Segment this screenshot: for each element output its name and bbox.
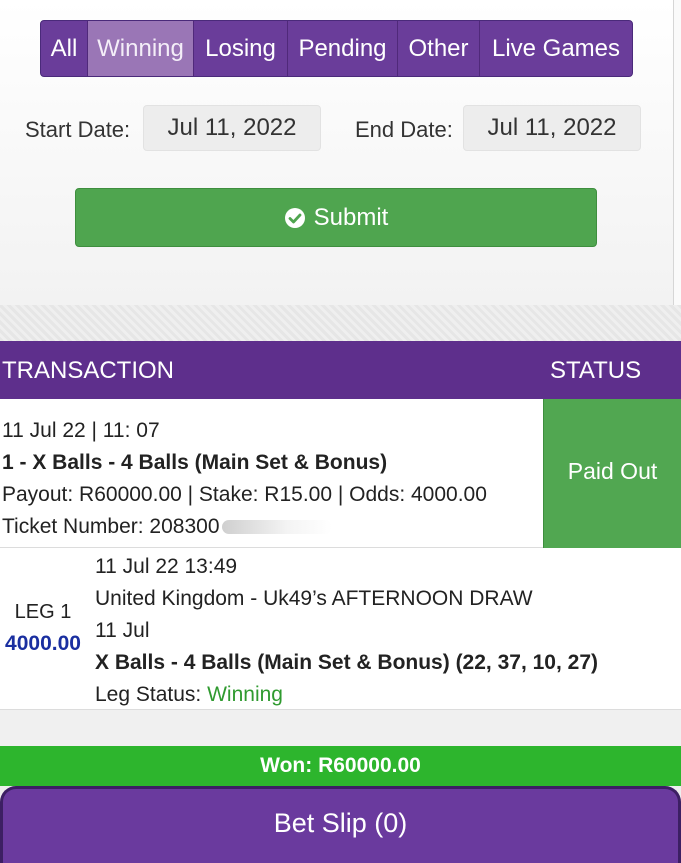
check-circle-icon [284, 207, 306, 229]
leg-date: 11 Jul [95, 619, 150, 642]
submit-label: Submit [313, 203, 389, 231]
section-divider [0, 305, 681, 341]
spacer [0, 710, 681, 746]
transaction-title: 1 - X Balls - 4 Balls (Main Set & Bonus) [2, 451, 388, 474]
panel-edge [673, 0, 681, 305]
redacted-ticket-digits [221, 520, 332, 535]
transaction-column-header: TRANSACTION [2, 357, 175, 384]
leg-status-line: Leg Status: Winning [95, 679, 598, 711]
status-badge: Paid Out [543, 399, 681, 548]
won-banner: Won: R60000.00 [0, 746, 681, 786]
tab-other[interactable]: Other [398, 21, 480, 76]
filter-tabs: All Winning Losing Pending Other Live Ga… [40, 20, 633, 77]
submit-button[interactable]: Submit [75, 188, 597, 247]
leg-status-value: Winning [207, 683, 283, 706]
start-date-label: Start Date: [25, 117, 131, 142]
leg-number: LEG 1 [14, 601, 72, 623]
transaction-row[interactable]: 11 Jul 22 | 11: 07 1 - X Balls - 4 Balls… [0, 399, 681, 548]
ticket-number: Ticket Number: 208300 [2, 511, 487, 543]
end-date-label: End Date: [355, 117, 453, 142]
leg-event: United Kingdom - Uk49’s AFTERNOON DRAW [95, 587, 533, 610]
bet-slip-button[interactable]: Bet Slip (0) [0, 786, 681, 863]
leg-odds: 4000.00 [5, 632, 81, 655]
leg-row: LEG 1 4000.00 11 Jul 22 13:49 United Kin… [0, 548, 681, 710]
transaction-summary: Payout: R60000.00 | Stake: R15.00 | Odds… [2, 483, 487, 506]
status-column-header: STATUS [550, 357, 642, 384]
leg-status-label: Leg Status: [95, 683, 202, 706]
transaction-details: 11 Jul 22 | 11: 07 1 - X Balls - 4 Balls… [2, 415, 487, 543]
leg-datetime: 11 Jul 22 13:49 [95, 555, 238, 578]
tab-winning[interactable]: Winning [88, 21, 194, 76]
tab-pending[interactable]: Pending [288, 21, 398, 76]
tab-all[interactable]: All [41, 21, 88, 76]
date-filter-row: Start Date: Jul 11, 2022 End Date: Jul 1… [0, 105, 681, 151]
start-date-input[interactable]: Jul 11, 2022 [143, 105, 321, 151]
end-date-input[interactable]: Jul 11, 2022 [463, 105, 641, 151]
tab-live-games[interactable]: Live Games [480, 21, 632, 76]
ticket-number-text: Ticket Number: 208300 [2, 515, 220, 538]
table-header: TRANSACTION STATUS [0, 341, 681, 399]
transaction-datetime: 11 Jul 22 | 11: 07 [2, 419, 160, 442]
leg-label-block: LEG 1 4000.00 [0, 596, 86, 660]
tab-losing[interactable]: Losing [194, 21, 288, 76]
leg-selection: X Balls - 4 Balls (Main Set & Bonus) (22… [95, 651, 598, 674]
leg-details: 11 Jul 22 13:49 United Kingdom - Uk49’s … [95, 551, 598, 711]
